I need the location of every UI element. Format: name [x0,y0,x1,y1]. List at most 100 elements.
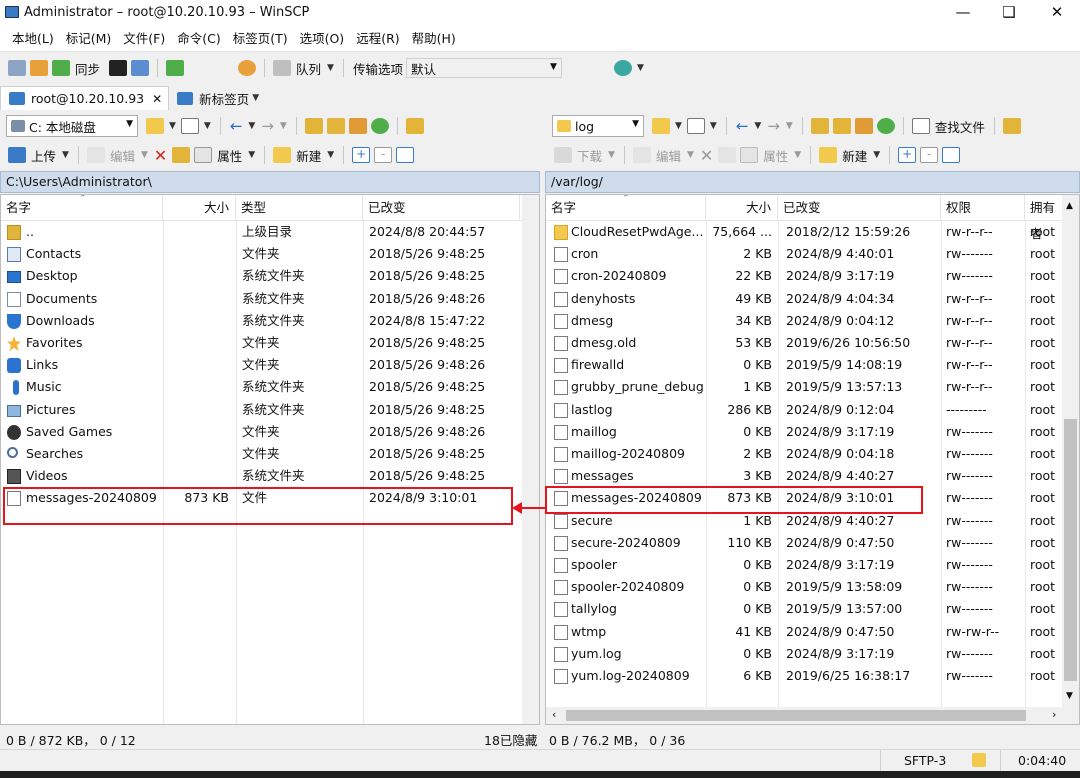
table-row[interactable]: wtmp 41 KB 2024/8/9 0:47:50 rw-rw-r-- root [546,621,1079,643]
select-all-icon[interactable]: + [352,147,371,163]
scroll-thumb[interactable] [566,710,1026,721]
table-row[interactable]: Documents 系统文件夹 2018/5/26 9:48:26 [1,288,539,310]
new-folder-icon[interactable] [273,147,292,163]
file-name[interactable]: dmesg [571,310,704,332]
chevron-down-icon[interactable]: ▼ [327,63,334,73]
back-icon[interactable]: ← [230,117,243,135]
download-icon[interactable] [554,147,572,163]
menu-files[interactable]: 文件(F) [117,26,171,52]
table-row[interactable]: yum.log 0 KB 2024/8/9 3:17:19 rw------- root [546,643,1079,665]
select-all-icon[interactable]: + [898,147,917,163]
queue-button[interactable]: 队列 [296,59,321,78]
close-button[interactable]: ✕ [1034,0,1080,26]
local-drive-select[interactable]: C: 本地磁盘 ▼ [6,115,138,137]
file-name[interactable]: secure-20240809 [571,532,704,554]
close-tab-icon[interactable]: ✕ [152,92,162,106]
queue-icon[interactable] [273,60,292,76]
refresh-icon[interactable] [876,118,895,134]
table-row[interactable]: spooler-20240809 0 KB 2019/5/9 13:58:09 rw-… [546,576,1079,598]
table-row[interactable]: cron-20240809 22 KB 2024/8/9 3:17:19 rw----… [546,265,1079,287]
col-size[interactable]: 大小 [163,195,236,221]
local-path-bar[interactable]: C:\Users\Administrator\ [0,171,540,193]
file-name[interactable]: Links [26,354,161,376]
find-files-button[interactable]: 查找文件 [935,117,985,136]
forward-icon[interactable]: → [767,117,780,135]
table-row[interactable]: Saved Games 文件夹 2018/5/26 9:48:26 [1,421,539,443]
file-name[interactable]: Favorites [26,332,161,354]
chevron-down-icon[interactable]: ▼ [252,93,259,103]
col-rights[interactable]: 权限 [941,195,1025,221]
table-row[interactable]: messages 3 KB 2024/8/9 4:40:27 rw------- roo… [546,465,1079,487]
edit-button[interactable]: 编辑 [110,146,135,165]
remote-file-panel[interactable]: 名字 大小 已改变 权限 拥有者 ⌃ ▲ ▼ ‹ › CloudResetPwd… [545,194,1080,725]
unselect-icon[interactable]: - [374,147,393,163]
chevron-right-icon[interactable]: › [1052,708,1056,721]
edit-icon[interactable] [632,147,651,163]
menu-remote[interactable]: 远程(R) [350,26,405,52]
sync-icon[interactable] [52,60,70,76]
refresh-icon[interactable] [166,60,185,76]
table-row[interactable]: dmesg.old 53 KB 2019/6/26 10:56:50 rw-r--r-… [546,332,1079,354]
remote-path-bar[interactable]: /var/log/ [545,171,1080,193]
table-row[interactable]: Downloads 系统文件夹 2024/8/8 15:47:22 [1,310,539,332]
file-name[interactable]: .. [26,221,161,243]
parent-dir-icon[interactable] [810,118,829,134]
menu-commands[interactable]: 命令(C) [171,26,226,52]
properties-button[interactable]: 属性 [217,146,242,165]
compare-dirs-icon[interactable] [8,60,26,76]
file-name[interactable]: grubby_prune_debug [571,376,704,398]
minimize-button[interactable]: — [940,0,986,26]
delete-icon[interactable]: ✕ [154,146,167,165]
table-row[interactable]: maillog 0 KB 2024/8/9 3:17:19 rw------- root [546,421,1079,443]
edit-icon[interactable] [86,147,105,163]
table-row[interactable]: Desktop 系统文件夹 2018/5/26 9:48:25 [1,265,539,287]
filter-icon[interactable] [180,118,199,134]
site-globe-icon[interactable] [613,60,632,76]
table-row[interactable]: Searches 文件夹 2018/5/26 9:48:25 [1,443,539,465]
file-name[interactable]: CloudResetPwdAge... [571,221,704,243]
tab-new[interactable]: 新标签页 ▼ [169,86,268,110]
table-row[interactable]: Favorites 文件夹 2018/5/26 9:48:25 [1,332,539,354]
table-row[interactable]: Contacts 文件夹 2018/5/26 9:48:25 [1,243,539,265]
file-name[interactable]: Pictures [26,399,161,421]
table-row[interactable]: Music 系统文件夹 2018/5/26 9:48:25 [1,376,539,398]
menu-options[interactable]: 选项(O) [294,26,351,52]
forward-icon[interactable]: → [261,117,274,135]
find-files-icon[interactable] [911,118,930,134]
terminal-icon[interactable] [109,60,128,76]
filter-icon[interactable] [686,118,705,134]
file-name[interactable]: Saved Games [26,421,161,443]
open-folder-icon[interactable] [146,118,164,134]
sync-button[interactable]: 同步 [75,59,100,78]
file-name[interactable]: tallylog [571,598,704,620]
table-row[interactable]: denyhosts 49 KB 2024/8/9 4:04:34 rw-r--r-- r… [546,288,1079,310]
file-name[interactable]: Searches [26,443,161,465]
root-dir-icon[interactable] [832,118,851,134]
table-row[interactable]: lastlog 286 KB 2024/8/9 0:12:04 --------- ro… [546,399,1079,421]
table-row[interactable]: dmesg 34 KB 2024/8/9 0:04:12 rw-r--r-- root [546,310,1079,332]
back-icon[interactable]: ← [736,117,749,135]
tab-session[interactable]: root@10.20.10.93 ✕ [0,86,170,110]
table-row[interactable]: spooler 0 KB 2024/8/9 3:17:19 rw------- root [546,554,1079,576]
file-name[interactable]: wtmp [571,621,704,643]
rename-icon[interactable] [718,147,737,163]
chevron-left-icon[interactable]: ‹ [552,708,556,721]
menu-help[interactable]: 帮助(H) [406,26,462,52]
home-icon[interactable] [854,118,873,134]
properties-button[interactable]: 属性 [763,146,788,165]
file-name[interactable]: denyhosts [571,288,704,310]
hidden-count[interactable]: 18已隐藏 [484,730,537,749]
file-name[interactable]: Contacts [26,243,161,265]
file-name[interactable]: messages [571,465,704,487]
edit-button[interactable]: 编辑 [656,146,681,165]
table-row[interactable]: yum.log-20240809 6 KB 2019/6/25 16:38:17 rw… [546,665,1079,687]
chevron-down-icon[interactable]: ▼ [1066,691,1073,701]
file-name[interactable]: maillog-20240809 [571,443,704,465]
properties-icon[interactable] [740,147,759,163]
new-folder-icon[interactable] [819,147,838,163]
filter-select-icon[interactable] [942,147,961,163]
chevron-up-icon[interactable]: ▲ [1066,201,1073,211]
table-row[interactable]: .. 上级目录 2024/8/8 20:44:57 [1,221,539,243]
table-row[interactable]: CloudResetPwdAge... 75,664 ... 2018/2/12 1… [546,221,1079,243]
table-row[interactable]: Links 文件夹 2018/5/26 9:48:26 [1,354,539,376]
